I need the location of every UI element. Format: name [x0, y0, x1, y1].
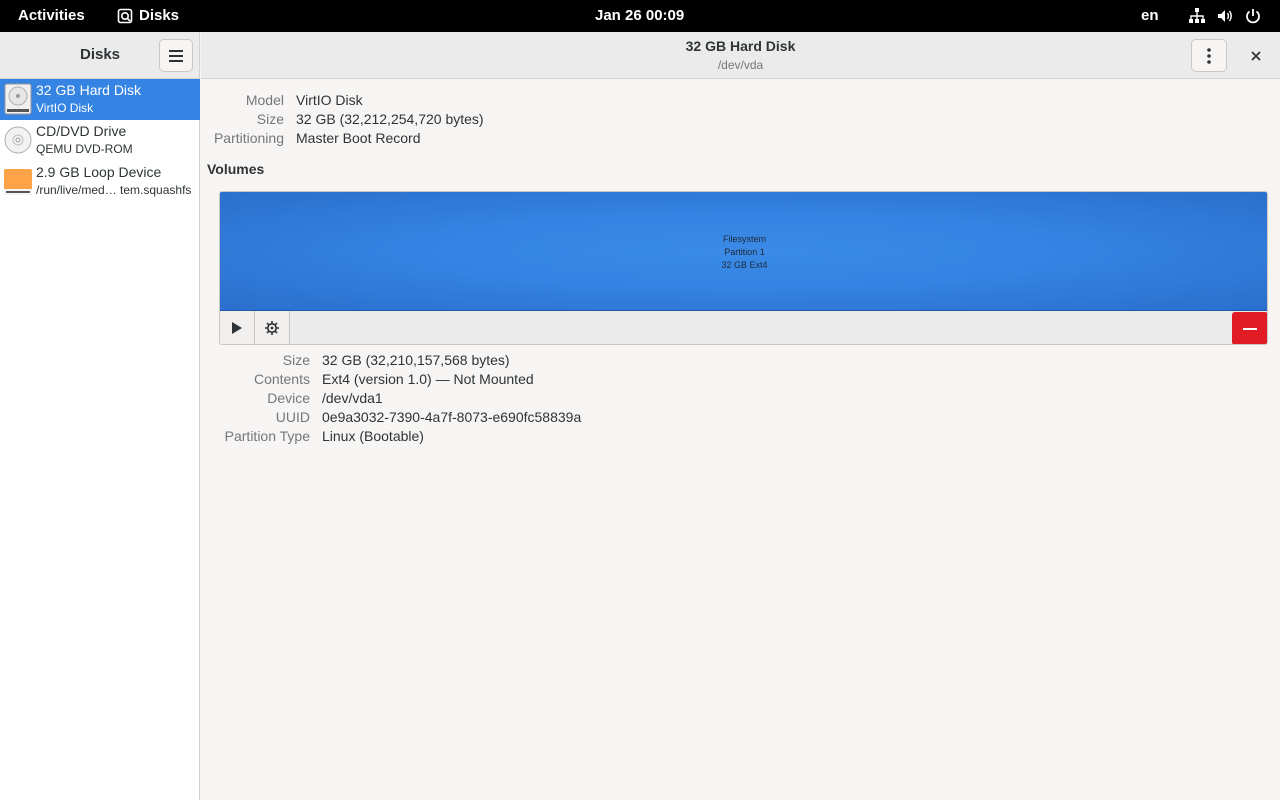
disk-subtitle: /run/live/med… tem.squashfs	[36, 183, 192, 197]
partitioning-label: Partitioning	[213, 130, 284, 146]
gear-icon	[265, 321, 279, 335]
partition-type-text: Filesystem	[722, 234, 766, 244]
app-name: Disks	[139, 7, 180, 24]
volume-size-value: 32 GB (32,210,157,568 bytes)	[322, 352, 510, 368]
page-title: 32 GB Hard Disk	[685, 38, 796, 54]
power-icon	[1246, 9, 1260, 24]
drive-options-button[interactable]	[1191, 39, 1227, 72]
partition-size-text: 32 GB Ext4	[721, 260, 768, 270]
activities-button[interactable]: Activities	[18, 7, 85, 24]
disk-item-loop-device[interactable]: 2.9 GB Loop Device /run/live/med… tem.sq…	[0, 161, 200, 202]
play-icon	[232, 322, 242, 334]
partition-name-text: Partition 1	[724, 247, 765, 257]
disk-name: CD/DVD Drive	[36, 123, 127, 139]
loop-device-icon	[4, 169, 32, 195]
kebab-menu-icon	[1207, 47, 1211, 64]
app-menu[interactable]: Disks	[117, 7, 179, 24]
uuid-value: 0e9a3032-7390-4a7f-8073-e690fc58839a	[322, 409, 582, 425]
disk-subtitle: VirtIO Disk	[36, 101, 94, 115]
main-menu-button[interactable]	[159, 39, 193, 72]
hamburger-icon	[169, 49, 183, 62]
partition-type-label: Partition Type	[224, 428, 310, 444]
mount-button[interactable]	[220, 311, 255, 344]
sidebar: Disks 32 GB Hard Disk VirtIO Disk CD/DVD…	[0, 32, 200, 800]
disk-size-label: Size	[256, 111, 284, 127]
disk-size-value: 32 GB (32,212,254,720 bytes)	[296, 111, 484, 127]
partition-type-value: Linux (Bootable)	[322, 428, 424, 444]
disk-name: 32 GB Hard Disk	[36, 82, 142, 98]
contents-label: Contents	[253, 371, 310, 387]
disk-name: 2.9 GB Loop Device	[36, 164, 162, 180]
volume-size-label: Size	[282, 352, 310, 368]
volumes-heading: Volumes	[207, 161, 265, 177]
uuid-label: UUID	[275, 409, 310, 425]
hard-disk-icon	[4, 83, 32, 115]
device-value: /dev/vda1	[322, 390, 383, 406]
device-label: Device	[267, 390, 310, 406]
system-tray[interactable]	[1188, 7, 1262, 25]
model-label: Model	[245, 92, 284, 108]
disk-item-hard-disk[interactable]: 32 GB Hard Disk VirtIO Disk	[0, 79, 200, 120]
close-icon	[1251, 51, 1261, 61]
model-value: VirtIO Disk	[296, 92, 363, 108]
keyboard-layout-indicator[interactable]: en	[1141, 7, 1159, 24]
optical-drive-icon	[4, 126, 32, 154]
disks-app-icon	[117, 8, 133, 23]
delete-partition-button[interactable]	[1232, 312, 1267, 344]
contents-value: Ext4 (version 1.0) — Not Mounted	[322, 371, 534, 387]
volume-icon	[1218, 10, 1232, 22]
page-subtitle: /dev/vda	[717, 58, 764, 72]
minus-icon	[1243, 327, 1257, 330]
clock[interactable]: Jan 26 00:09	[595, 7, 684, 24]
partition-options-button[interactable]	[255, 311, 290, 344]
partition-label: Filesystem Partition 1 32 GB Ext4	[220, 233, 1267, 272]
network-icon	[1189, 8, 1205, 23]
close-button[interactable]	[1244, 44, 1268, 68]
header-bar: 32 GB Hard Disk /dev/vda	[201, 32, 1280, 79]
volume-grid: Filesystem Partition 1 32 GB Ext4	[219, 191, 1268, 345]
disk-item-cd-dvd[interactable]: CD/DVD Drive QEMU DVD-ROM	[0, 120, 200, 161]
partition-1-block[interactable]: Filesystem Partition 1 32 GB Ext4	[220, 192, 1267, 311]
disk-subtitle: QEMU DVD-ROM	[36, 142, 133, 156]
sidebar-header: Disks	[0, 32, 199, 79]
partitioning-value: Master Boot Record	[296, 130, 421, 146]
top-bar: Activities Disks Jan 26 00:09 en	[0, 0, 1280, 32]
